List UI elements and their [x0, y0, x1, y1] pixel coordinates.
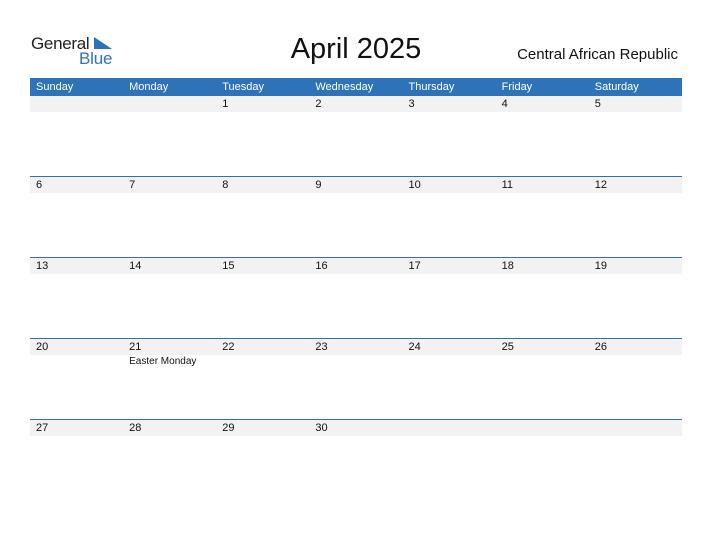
country-label: Central African Republic: [517, 46, 678, 63]
day-number: 19: [594, 260, 607, 272]
day-number: 21: [129, 341, 142, 353]
week-row: 27 28 29 30: [30, 419, 682, 501]
day-cell[interactable]: [589, 420, 682, 500]
weekday-header: Sunday Monday Tuesday Wednesday Thursday…: [30, 78, 682, 96]
day-cell[interactable]: [30, 96, 123, 176]
weekday-monday: Monday: [129, 81, 169, 93]
weekday-friday: Friday: [501, 81, 533, 93]
day-cell[interactable]: 29: [216, 420, 309, 500]
day-number: 3: [408, 98, 415, 110]
day-number: 1: [222, 98, 229, 110]
holiday-label: Easter Monday: [129, 356, 197, 367]
day-cell[interactable]: 25: [496, 339, 589, 419]
weekday-sunday: Sunday: [36, 81, 74, 93]
week-row: 13 14 15 16 17 18 19: [30, 257, 682, 339]
day-cell[interactable]: 8: [216, 177, 309, 257]
day-number: 27: [36, 422, 49, 434]
day-cell[interactable]: 9: [309, 177, 402, 257]
day-number: [595, 420, 682, 436]
day-cell[interactable]: [496, 420, 589, 500]
day-number: 11: [501, 179, 514, 191]
day-number: 7: [129, 179, 136, 191]
week-row: 20 21 Easter Monday 22 23 24 25 26: [30, 338, 682, 420]
day-number: 17: [408, 260, 421, 272]
day-number: [409, 420, 496, 436]
day-cell[interactable]: 18: [496, 258, 589, 338]
day-cell[interactable]: 10: [403, 177, 496, 257]
day-cell[interactable]: 12: [589, 177, 682, 257]
day-cell[interactable]: 22: [216, 339, 309, 419]
day-number: [36, 96, 123, 112]
weekday-wednesday: Wednesday: [315, 81, 374, 93]
day-cell[interactable]: 20: [30, 339, 123, 419]
day-cell[interactable]: 15: [216, 258, 309, 338]
day-cell[interactable]: 30: [309, 420, 402, 500]
week-row: 1 2 3 4 5: [30, 96, 682, 177]
day-cell[interactable]: 5: [589, 96, 682, 176]
day-number: 12: [594, 179, 607, 191]
day-number: 20: [36, 341, 49, 353]
day-cell[interactable]: 6: [30, 177, 123, 257]
day-cell[interactable]: [403, 420, 496, 500]
day-number: 4: [501, 98, 508, 110]
day-cell[interactable]: 3: [403, 96, 496, 176]
day-cell[interactable]: 23: [309, 339, 402, 419]
day-number: 28: [129, 422, 142, 434]
day-cell[interactable]: 13: [30, 258, 123, 338]
day-cell[interactable]: 21 Easter Monday: [123, 339, 216, 419]
day-cell[interactable]: 16: [309, 258, 402, 338]
day-cell[interactable]: 28: [123, 420, 216, 500]
day-number: 2: [315, 98, 322, 110]
day-cell[interactable]: 17: [403, 258, 496, 338]
day-number: [502, 420, 589, 436]
day-cell[interactable]: 11: [496, 177, 589, 257]
day-cell[interactable]: 24: [403, 339, 496, 419]
weekday-thursday: Thursday: [408, 81, 455, 93]
day-number: 29: [222, 422, 235, 434]
day-cell[interactable]: 14: [123, 258, 216, 338]
day-number: 10: [408, 179, 421, 191]
day-number: 24: [408, 341, 421, 353]
day-cell[interactable]: 19: [589, 258, 682, 338]
day-number: 25: [501, 341, 514, 353]
day-number: 22: [222, 341, 235, 353]
weekday-saturday: Saturday: [594, 81, 639, 93]
day-number: 26: [594, 341, 607, 353]
day-number: 14: [129, 260, 142, 272]
day-cell[interactable]: 27: [30, 420, 123, 500]
day-number: 16: [315, 260, 328, 272]
day-cell[interactable]: 26: [589, 339, 682, 419]
weekday-tuesday: Tuesday: [222, 81, 265, 93]
day-cell[interactable]: 1: [216, 96, 309, 176]
day-number: [129, 96, 216, 112]
day-cell[interactable]: 2: [309, 96, 402, 176]
day-cell[interactable]: 7: [123, 177, 216, 257]
day-number: 13: [36, 260, 49, 272]
day-number: 18: [501, 260, 514, 272]
day-number: 6: [36, 179, 43, 191]
day-number: 23: [315, 341, 328, 353]
day-number: 8: [222, 179, 229, 191]
day-number: 9: [315, 179, 322, 191]
day-cell[interactable]: 4: [496, 96, 589, 176]
day-number: 15: [222, 260, 235, 272]
week-row: 6 7 8 9 10 11 12: [30, 176, 682, 258]
day-cell[interactable]: [123, 96, 216, 176]
day-number: 5: [594, 98, 601, 110]
day-number: 30: [315, 422, 328, 434]
